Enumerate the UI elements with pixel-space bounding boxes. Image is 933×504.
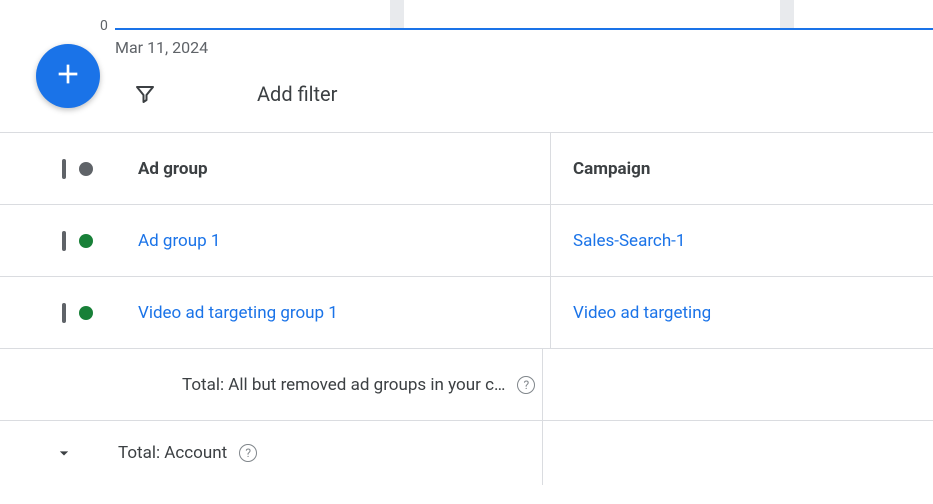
add-button[interactable] (36, 44, 100, 108)
column-header-ad-group[interactable]: Ad group (110, 159, 550, 179)
grid-mark (780, 0, 794, 28)
add-filter-button[interactable]: Add filter (257, 82, 337, 106)
status-column-icon[interactable] (79, 162, 93, 176)
expand-chevron-icon[interactable] (52, 443, 76, 463)
status-enabled-icon[interactable] (79, 234, 93, 248)
y-axis-zero: 0 (100, 18, 108, 34)
table-row: Video ad targeting group 1 Video ad targ… (0, 277, 933, 349)
summary-row-all: Total: All but removed ad groups in your… (0, 349, 933, 421)
ad-group-link[interactable]: Ad group 1 (138, 231, 220, 251)
campaign-link[interactable]: Sales-Search-1 (573, 231, 685, 251)
chart-baseline (115, 28, 933, 30)
table-header-row: Ad group Campaign (0, 133, 933, 205)
campaign-link[interactable]: Video ad targeting (573, 303, 711, 323)
plus-icon (52, 58, 84, 94)
ad-group-link[interactable]: Video ad targeting group 1 (138, 303, 338, 323)
summary-all-label: Total: All but removed ad groups in your… (182, 375, 505, 395)
filter-icon[interactable] (133, 82, 157, 106)
help-icon[interactable]: ? (517, 376, 535, 394)
chart-header: 0 Mar 11, 2024 (90, 0, 933, 55)
summary-row-account: Total: Account ? (0, 421, 933, 485)
chart-date-label: Mar 11, 2024 (115, 38, 208, 57)
status-enabled-icon[interactable] (79, 306, 93, 320)
table-row: Ad group 1 Sales-Search-1 (0, 205, 933, 277)
filter-bar: Add filter (0, 55, 933, 133)
help-icon[interactable]: ? (239, 444, 257, 462)
column-header-campaign[interactable]: Campaign (550, 133, 933, 204)
ad-groups-table: Ad group Campaign Ad group 1 Sales-Searc… (0, 133, 933, 485)
grid-mark (390, 0, 404, 28)
summary-account-label: Total: Account (118, 443, 227, 463)
